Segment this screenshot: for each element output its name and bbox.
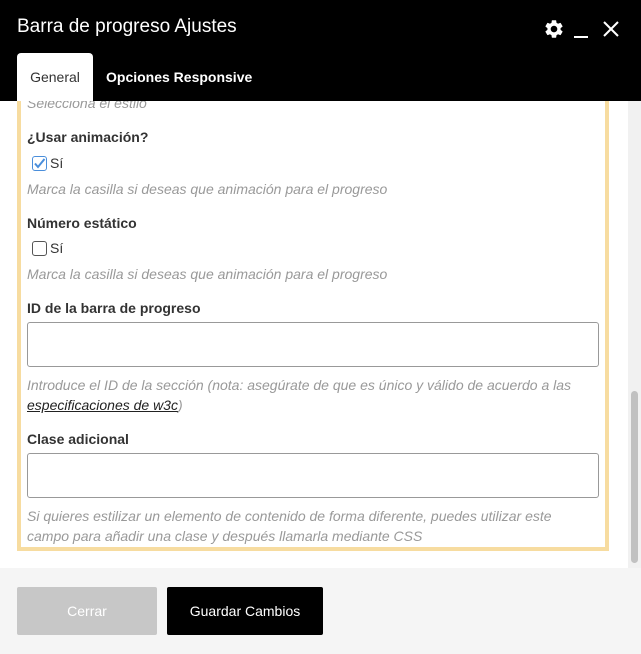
progress-id-help-link-line: especificaciones de w3c) (27, 395, 183, 415)
close-icon[interactable] (600, 16, 622, 42)
static-number-checkbox-row[interactable]: Sí (32, 240, 63, 256)
animation-label: ¿Usar animación? (27, 129, 149, 145)
modal-header: Barra de progreso Ajustes General Opcion… (0, 0, 641, 101)
style-help-text: Selecciona el estilo (27, 101, 147, 111)
w3c-spec-link[interactable]: especificaciones de w3c (27, 397, 178, 413)
static-number-checkbox-label: Sí (50, 240, 64, 256)
save-changes-button[interactable]: Guardar Cambios (167, 587, 323, 635)
scrollbar-thumb[interactable] (631, 391, 638, 563)
gear-icon[interactable] (542, 16, 566, 42)
static-number-label: Número estático (27, 215, 137, 231)
animation-checkbox-row[interactable]: Sí (32, 155, 63, 171)
progress-id-help-suffix: ) (177, 397, 183, 413)
animation-checkbox-label: Sí (50, 155, 64, 171)
static-number-help-text: Marca la casilla si deseas que animación… (27, 266, 388, 282)
tab-opciones-responsive[interactable]: Opciones Responsive (106, 53, 252, 101)
settings-content: Selecciona el estilo ¿Usar animación? Sí… (0, 101, 641, 568)
progress-id-help-text: Introduce el ID de la sección (nota: ase… (27, 377, 572, 393)
extra-class-help-text-line2: campo para añadir una clase y después ll… (27, 528, 423, 544)
minimize-icon[interactable] (572, 16, 590, 42)
progress-id-label: ID de la barra de progreso (27, 300, 201, 316)
modal-footer: Cerrar Guardar Cambios (0, 568, 641, 654)
animation-checkbox[interactable] (32, 155, 47, 171)
modal-title: Barra de progreso Ajustes (17, 16, 237, 37)
progress-id-input[interactable] (27, 322, 599, 367)
close-button[interactable]: Cerrar (17, 587, 157, 635)
extra-class-help-text-line1: Si quieres estilizar un elemento de cont… (27, 508, 552, 524)
extra-class-label: Clase adicional (27, 431, 129, 447)
animation-help-text: Marca la casilla si deseas que animación… (27, 181, 388, 197)
tab-general[interactable]: General (17, 53, 93, 101)
extra-class-input[interactable] (27, 453, 599, 498)
static-number-checkbox[interactable] (32, 240, 47, 256)
scrollbar[interactable] (628, 101, 641, 568)
